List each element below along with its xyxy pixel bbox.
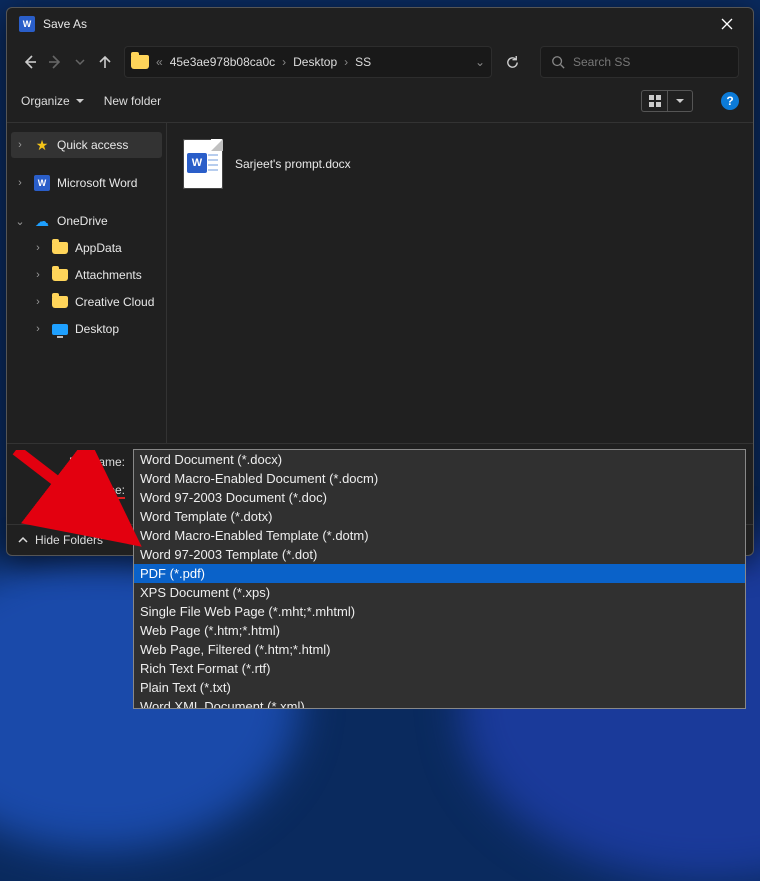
back-button[interactable] xyxy=(21,47,40,77)
sidebar: › ★ Quick access › W Microsoft Word ⌄ ☁ … xyxy=(7,123,167,443)
sidebar-item-quick-access[interactable]: › ★ Quick access xyxy=(11,132,162,158)
organize-label: Organize xyxy=(21,94,70,108)
sidebar-item-ms-word[interactable]: › W Microsoft Word xyxy=(11,170,162,196)
new-folder-label: New folder xyxy=(104,94,161,108)
type-option[interactable]: Plain Text (*.txt) xyxy=(134,678,745,697)
hide-folders-label: Hide Folders xyxy=(35,533,103,547)
chevron-right-icon: › xyxy=(281,55,287,69)
search-icon xyxy=(551,55,565,69)
sidebar-item-label: Attachments xyxy=(75,268,142,282)
breadcrumb[interactable]: Desktop xyxy=(293,55,337,69)
recent-button[interactable] xyxy=(71,47,90,77)
close-icon xyxy=(721,18,733,30)
chevron-down-icon xyxy=(76,99,84,103)
arrow-left-icon xyxy=(22,54,38,70)
chevron-right-icon: › xyxy=(31,296,45,308)
chevron-right-icon: › xyxy=(343,55,349,69)
docx-file-icon: W xyxy=(183,139,223,189)
file-item[interactable]: W Sarjeet's prompt.docx xyxy=(179,135,355,193)
view-mode-button[interactable] xyxy=(641,90,667,112)
search-input[interactable] xyxy=(573,55,728,69)
type-option[interactable]: Web Page, Filtered (*.htm;*.html) xyxy=(134,640,745,659)
help-button[interactable]: ? xyxy=(721,92,739,110)
arrow-right-icon xyxy=(47,54,63,70)
type-option[interactable]: Word Template (*.dotx) xyxy=(134,507,745,526)
cloud-icon: ☁ xyxy=(33,213,51,229)
chevron-up-icon xyxy=(17,534,29,546)
toolbar: Organize New folder ? xyxy=(7,84,753,122)
chevron-down-icon: ⌄ xyxy=(13,215,27,228)
word-app-icon: W xyxy=(34,175,50,191)
up-button[interactable] xyxy=(95,47,114,77)
chevron-down-icon xyxy=(75,57,85,67)
dialog-title: Save As xyxy=(43,17,87,31)
refresh-button[interactable] xyxy=(502,46,522,78)
folder-icon xyxy=(131,55,149,69)
save-as-type-dropdown[interactable]: Word Document (*.docx)Word Macro-Enabled… xyxy=(133,449,746,709)
breadcrumb[interactable]: SS xyxy=(355,55,371,69)
type-option[interactable]: Word Macro-Enabled Document (*.docm) xyxy=(134,469,745,488)
organize-button[interactable]: Organize xyxy=(21,94,84,108)
grid-icon xyxy=(649,95,661,107)
folder-icon xyxy=(52,296,68,308)
type-option[interactable]: Word XML Document (*.xml) xyxy=(134,697,745,709)
authors-label: Authors: xyxy=(19,506,129,520)
word-app-icon: W xyxy=(19,16,35,32)
hide-folders-button[interactable]: Hide Folders xyxy=(17,533,103,547)
sidebar-item-label: Desktop xyxy=(75,322,119,336)
type-option[interactable]: Word Macro-Enabled Template (*.dotm) xyxy=(134,526,745,545)
new-folder-button[interactable]: New folder xyxy=(104,94,161,108)
chevron-right-icon: › xyxy=(31,323,45,335)
file-name-label: File name: xyxy=(19,455,129,469)
close-button[interactable] xyxy=(705,9,749,39)
save-as-type-label: Save as type: xyxy=(19,483,129,497)
titlebar: W Save As xyxy=(7,8,753,40)
breadcrumb-prefix: « xyxy=(155,55,164,69)
arrow-up-icon xyxy=(98,55,112,69)
sidebar-item-label: Microsoft Word xyxy=(57,176,137,190)
breadcrumb[interactable]: 45e3ae978b08ca0c xyxy=(170,55,275,69)
address-bar[interactable]: « 45e3ae978b08ca0c › Desktop › SS ⌄ xyxy=(124,46,492,78)
sidebar-item-label: OneDrive xyxy=(57,214,108,228)
type-option[interactable]: Word 97-2003 Template (*.dot) xyxy=(134,545,745,564)
view-mode-dropdown[interactable] xyxy=(667,90,693,112)
type-option[interactable]: Rich Text Format (*.rtf) xyxy=(134,659,745,678)
chevron-right-icon: › xyxy=(31,242,45,254)
monitor-icon xyxy=(52,324,68,335)
sidebar-item-onedrive[interactable]: ⌄ ☁ OneDrive xyxy=(11,208,162,234)
file-name: Sarjeet's prompt.docx xyxy=(235,157,351,171)
sidebar-item-desktop[interactable]: › Desktop xyxy=(11,316,162,342)
type-option[interactable]: Word Document (*.docx) xyxy=(134,450,745,469)
forward-button[interactable] xyxy=(46,47,65,77)
address-dropdown-icon[interactable]: ⌄ xyxy=(475,55,485,69)
type-option[interactable]: XPS Document (*.xps) xyxy=(134,583,745,602)
file-pane[interactable]: W Sarjeet's prompt.docx xyxy=(167,123,753,443)
chevron-down-icon xyxy=(676,99,684,103)
search-box[interactable] xyxy=(540,46,739,78)
type-option[interactable]: PDF (*.pdf) xyxy=(134,564,745,583)
refresh-icon xyxy=(505,55,520,70)
folder-icon xyxy=(52,242,68,254)
navigation-bar: « 45e3ae978b08ca0c › Desktop › SS ⌄ xyxy=(7,40,753,84)
sidebar-item-label: AppData xyxy=(75,241,122,255)
type-option[interactable]: Word 97-2003 Document (*.doc) xyxy=(134,488,745,507)
star-icon: ★ xyxy=(33,137,51,153)
chevron-right-icon: › xyxy=(13,177,27,189)
chevron-right-icon: › xyxy=(31,269,45,281)
folder-icon xyxy=(52,269,68,281)
sidebar-item-label: Creative Cloud xyxy=(75,295,154,309)
type-option[interactable]: Web Page (*.htm;*.html) xyxy=(134,621,745,640)
sidebar-item-creative-cloud[interactable]: › Creative Cloud xyxy=(11,289,162,315)
sidebar-item-label: Quick access xyxy=(57,138,128,152)
sidebar-item-attachments[interactable]: › Attachments xyxy=(11,262,162,288)
chevron-right-icon: › xyxy=(13,139,27,151)
sidebar-item-appdata[interactable]: › AppData xyxy=(11,235,162,261)
type-option[interactable]: Single File Web Page (*.mht;*.mhtml) xyxy=(134,602,745,621)
